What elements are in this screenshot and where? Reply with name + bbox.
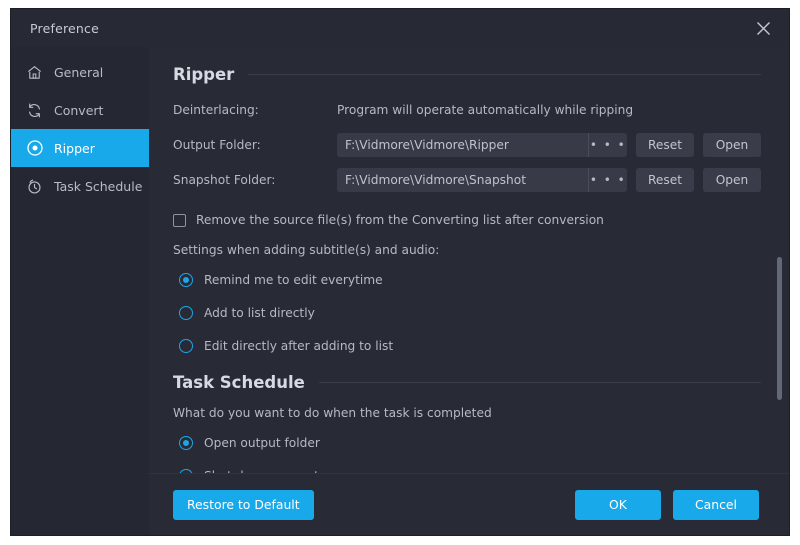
snapshot-folder-open-button[interactable]: Open	[703, 168, 761, 192]
disc-icon	[25, 139, 44, 158]
subtitle-audio-label: Settings when adding subtitle(s) and aud…	[173, 243, 789, 257]
snapshot-folder-reset-button[interactable]: Reset	[636, 168, 694, 192]
snapshot-folder-input[interactable]	[337, 168, 588, 192]
sidebar-item-label: General	[54, 65, 103, 80]
task-option-shut-down[interactable]: Shut down computer	[173, 467, 789, 473]
output-folder-reset-button[interactable]: Reset	[636, 133, 694, 157]
scrollbar-track[interactable]	[777, 47, 782, 473]
task-schedule-prompt: What do you want to do when the task is …	[173, 406, 789, 420]
subtitle-option-add-directly[interactable]: Add to list directly	[173, 304, 789, 322]
title-bar: Preference	[11, 9, 789, 47]
output-folder-group: • • •	[337, 133, 627, 157]
radio-label: Add to list directly	[204, 306, 315, 320]
output-folder-row: Output Folder: • • • Reset Open	[173, 133, 789, 157]
section-header-task-schedule: Task Schedule	[173, 373, 789, 392]
snapshot-folder-group: • • •	[337, 168, 627, 192]
radio-label: Edit directly after adding to list	[204, 339, 393, 353]
radio-remind-me[interactable]	[179, 273, 193, 287]
sidebar-item-task-schedule[interactable]: Task Schedule	[11, 167, 149, 205]
scrollbar-thumb[interactable]	[777, 257, 782, 400]
output-folder-open-button[interactable]: Open	[703, 133, 761, 157]
remove-source-checkbox-row[interactable]: Remove the source file(s) from the Conve…	[173, 213, 789, 227]
radio-label: Remind me to edit everytime	[204, 273, 383, 287]
radio-label: Shut down computer	[204, 469, 331, 473]
sidebar-item-label: Ripper	[54, 141, 95, 156]
radio-edit-directly[interactable]	[179, 339, 193, 353]
deinterlacing-row: Deinterlacing: Program will operate auto…	[173, 98, 789, 122]
snapshot-folder-label: Snapshot Folder:	[173, 173, 337, 187]
section-title: Ripper	[173, 65, 234, 84]
section-header-ripper: Ripper	[173, 65, 789, 84]
sidebar-item-ripper[interactable]: Ripper	[11, 129, 149, 167]
deinterlacing-label: Deinterlacing:	[173, 103, 337, 117]
dialog-footer: Restore to Default OK Cancel	[149, 473, 789, 535]
preference-dialog: Preference General	[10, 8, 790, 536]
sidebar-item-general[interactable]: General	[11, 53, 149, 91]
remove-source-label: Remove the source file(s) from the Conve…	[196, 213, 604, 227]
deinterlacing-value: Program will operate automatically while…	[337, 103, 633, 117]
settings-panel: Ripper Deinterlacing: Program will opera…	[149, 47, 789, 535]
sidebar-item-label: Task Schedule	[54, 179, 142, 194]
snapshot-folder-browse-button[interactable]: • • •	[588, 168, 627, 192]
home-icon	[25, 63, 44, 82]
output-folder-label: Output Folder:	[173, 138, 337, 152]
radio-label: Open output folder	[204, 436, 320, 450]
ok-button[interactable]: OK	[575, 490, 661, 520]
output-folder-browse-button[interactable]: • • •	[588, 133, 627, 157]
sidebar-item-convert[interactable]: Convert	[11, 91, 149, 129]
output-folder-input[interactable]	[337, 133, 588, 157]
remove-source-checkbox[interactable]	[173, 214, 186, 227]
section-title: Task Schedule	[173, 373, 305, 392]
divider	[319, 382, 761, 383]
sidebar-item-label: Convert	[54, 103, 103, 118]
cancel-button[interactable]: Cancel	[673, 490, 759, 520]
subtitle-option-remind[interactable]: Remind me to edit everytime	[173, 271, 789, 289]
alarm-clock-icon	[25, 177, 44, 196]
radio-add-to-list[interactable]	[179, 306, 193, 320]
subtitle-option-edit-after-adding[interactable]: Edit directly after adding to list	[173, 337, 789, 355]
dialog-body: General Convert	[11, 47, 789, 535]
scroll-area: Ripper Deinterlacing: Program will opera…	[149, 47, 789, 473]
radio-open-output-folder[interactable]	[179, 436, 193, 450]
refresh-icon	[25, 101, 44, 120]
radio-shut-down-computer[interactable]	[179, 469, 193, 473]
close-icon[interactable]	[749, 15, 777, 41]
task-option-open-output-folder[interactable]: Open output folder	[173, 434, 789, 452]
divider	[248, 74, 761, 75]
snapshot-folder-row: Snapshot Folder: • • • Reset Open	[173, 168, 789, 192]
sidebar: General Convert	[11, 47, 149, 535]
window-title: Preference	[30, 21, 99, 36]
restore-to-default-button[interactable]: Restore to Default	[173, 490, 314, 520]
